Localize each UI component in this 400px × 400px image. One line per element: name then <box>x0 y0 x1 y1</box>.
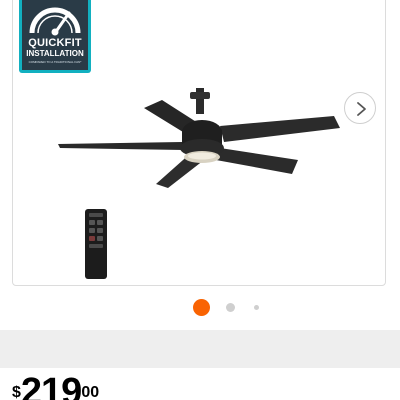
price-cents: 00 <box>81 384 100 400</box>
badge-fine-print: COMPARED TO A TRADITIONAL FAN* <box>28 60 82 64</box>
badge-title: QUICKFIT <box>28 37 82 49</box>
gallery-dot-active[interactable] <box>193 299 210 316</box>
badge-panel: QUICKFIT INSTALLATION COMPARED TO A TRAD… <box>22 0 88 70</box>
gallery-dot[interactable] <box>254 305 259 310</box>
chevron-right-icon <box>357 102 366 116</box>
price-dollars: 219 <box>20 371 82 400</box>
ceiling-fan-image <box>58 88 340 188</box>
remote-control-image <box>85 209 107 279</box>
badge-subtitle: INSTALLATION <box>26 49 84 58</box>
product-page: QUICKFIT INSTALLATION COMPARED TO A TRAD… <box>0 0 400 400</box>
gallery-pagination <box>0 298 400 318</box>
quickfit-installation-badge: QUICKFIT INSTALLATION COMPARED TO A TRAD… <box>19 0 91 73</box>
next-image-button[interactable] <box>344 92 376 124</box>
speedometer-icon <box>29 7 81 36</box>
price-currency-symbol: $ <box>12 384 21 400</box>
section-divider-band <box>0 330 400 368</box>
gallery-dot[interactable] <box>226 303 235 312</box>
product-price: $21900 <box>12 372 99 400</box>
